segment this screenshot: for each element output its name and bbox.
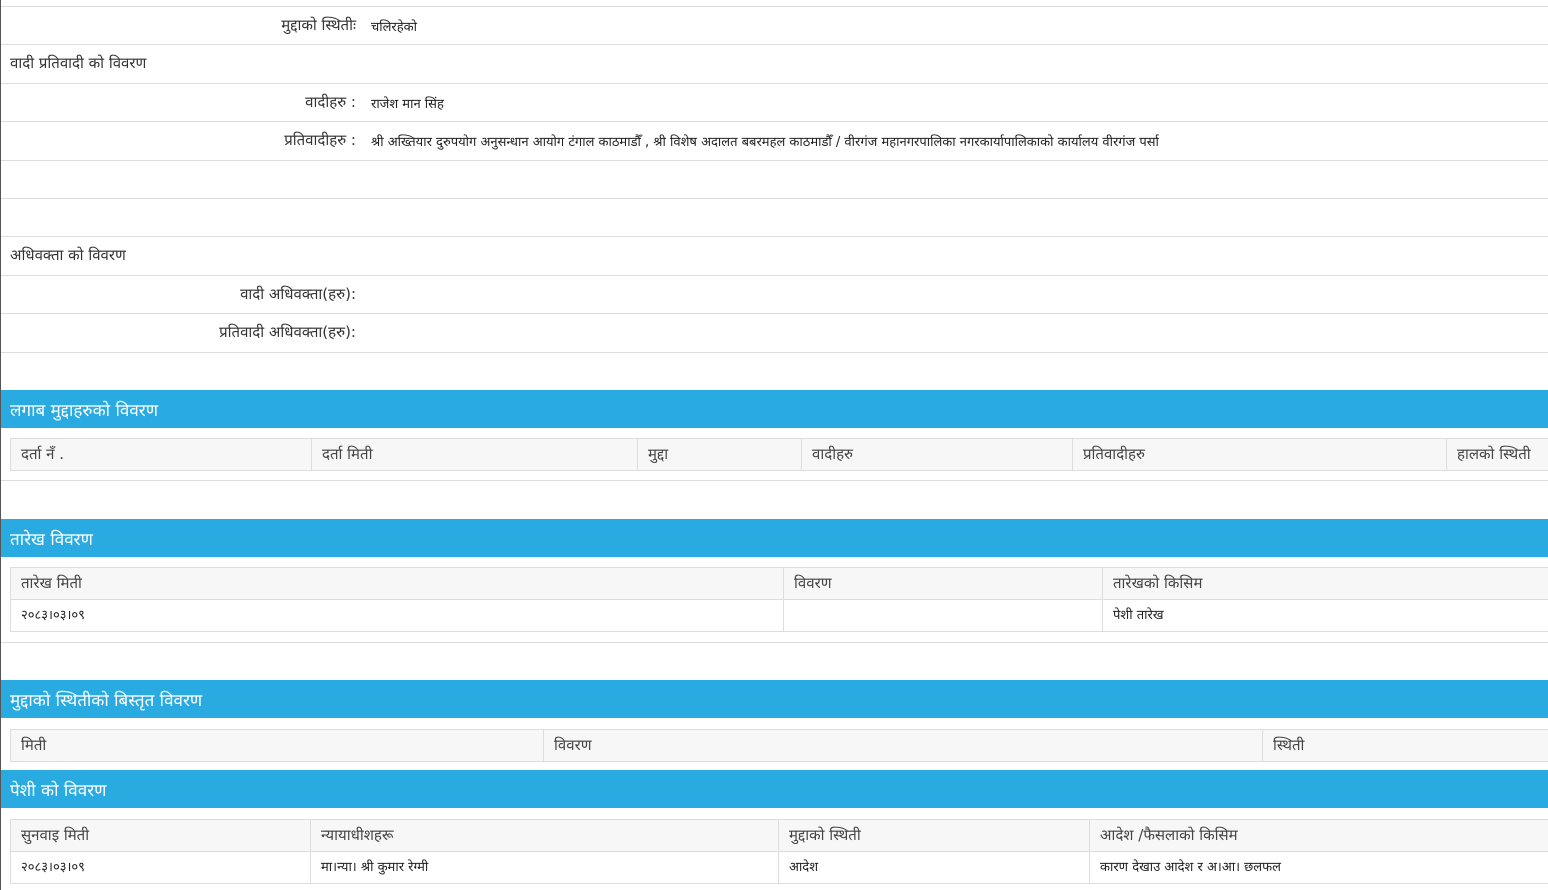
divider: [1, 352, 1548, 353]
status-details-header-band: मुद्दाको स्थितीको बिस्तृत विवरण: [1, 680, 1548, 718]
column-header-registration-date: दर्ता मिती: [312, 439, 638, 470]
defendant-advocates-row: प्रतिवादी अधिवक्ता(हरु):: [1, 313, 1548, 351]
hearing-date-cell: २०८३।०३।०९: [11, 600, 784, 631]
column-header-case-status: मुद्दाको स्थिती: [779, 820, 1090, 851]
case-status-value: चलिरहेको: [371, 20, 418, 35]
order-type-cell: कारण देखाउ आदेश र अ।आ। छलफल: [1100, 860, 1281, 875]
column-header-defendants: प्रतिवादीहरु: [1073, 439, 1447, 470]
case-detail-page: मुद्दाको स्थितीः चलिरहेको वादी प्रतिवादी…: [0, 0, 1548, 890]
column-header-description: विवरण: [544, 730, 1263, 761]
divider: [1, 160, 1548, 161]
column-header-plaintiffs: वादीहरु: [802, 439, 1073, 470]
hearing-type-cell: पेशी तारेख: [1113, 608, 1164, 623]
defendants-value: श्री अख्तियार दुरुपयोग अनुसन्धान आयोग टं…: [371, 135, 1159, 150]
hearing-dates-title: तारेख विवरण: [10, 530, 93, 550]
divider: [1, 44, 1548, 45]
status-details-table: मिती विवरण स्थिती: [10, 729, 1548, 762]
table-row: २०८३।०३।०९ मा।न्या। श्री कुमार रेग्मी आद…: [11, 852, 1548, 884]
parties-section-title: वादी प्रतिवादी को विवरण: [10, 54, 147, 72]
column-header-status: स्थिती: [1273, 736, 1305, 754]
advocates-section-title: अधिवक्ता को विवरण: [10, 246, 126, 264]
defendants-label: प्रतिवादीहरु :: [284, 131, 356, 149]
related-cases-title: लगाब मुद्दाहरुको विवरण: [10, 401, 159, 421]
hearing-date-cell: २०८३।०३।०९: [11, 852, 311, 883]
column-header-date: मिती: [11, 730, 544, 761]
column-header-description: विवरण: [784, 568, 1103, 599]
column-header-date: तारेख मिती: [11, 568, 784, 599]
plaintiffs-label: वादीहरु :: [305, 93, 356, 111]
hearing-details-table: सुनवाइ मिती न्यायाधीशहरू मुद्दाको स्थिती…: [10, 819, 1548, 884]
column-header-judges: न्यायाधीशहरू: [311, 820, 779, 851]
hearing-details-title: पेशी को विवरण: [10, 781, 107, 801]
divider: [1, 198, 1548, 199]
column-header-hearing-date: सुनवाइ मिती: [11, 820, 311, 851]
column-header-registration-no: दर्ता नँ .: [11, 439, 312, 470]
defendants-row: प्रतिवादीहरु : श्री अख्तियार दुरुपयोग अन…: [1, 121, 1548, 159]
case-status-label: मुद्दाको स्थितीः: [281, 16, 356, 34]
defendant-advocates-label: प्रतिवादी अधिवक्ता(हरु):: [219, 323, 356, 341]
related-cases-table: दर्ता नँ . दर्ता मिती मुद्दा वादीहरु प्र…: [10, 438, 1548, 471]
table-header-row: तारेख मिती विवरण तारेखको किसिम: [11, 568, 1548, 600]
case-status-row: मुद्दाको स्थितीः चलिरहेको: [1, 6, 1548, 44]
judges-cell: मा।न्या। श्री कुमार रेग्मी: [311, 852, 779, 883]
divider: [1, 480, 1548, 481]
column-header-case: मुद्दा: [638, 439, 802, 470]
related-cases-header-band: लगाब मुद्दाहरुको विवरण: [1, 390, 1548, 428]
hearing-details-header-band: पेशी को विवरण: [1, 770, 1548, 808]
column-header-date-type: तारेखको किसिम: [1113, 574, 1203, 592]
column-header-current-status: हालको स्थिती: [1457, 445, 1531, 463]
divider: [1, 236, 1548, 237]
plaintiffs-row: वादीहरु : राजेश मान सिंह: [1, 83, 1548, 121]
divider: [1, 642, 1548, 643]
table-header-row: मिती विवरण स्थिती: [11, 730, 1548, 762]
case-status-cell: आदेश: [779, 852, 1090, 883]
column-header-order-type: आदेश /फैसलाको किसिम: [1100, 826, 1238, 844]
hearing-description-cell: [784, 600, 1103, 631]
table-row: २०८३।०३।०९ पेशी तारेख: [11, 600, 1548, 632]
table-header-row: दर्ता नँ . दर्ता मिती मुद्दा वादीहरु प्र…: [11, 439, 1548, 471]
plaintiffs-value: राजेश मान सिंह: [371, 97, 444, 112]
table-header-row: सुनवाइ मिती न्यायाधीशहरू मुद्दाको स्थिती…: [11, 820, 1548, 852]
status-details-title: मुद्दाको स्थितीको बिस्तृत विवरण: [10, 691, 203, 711]
plaintiff-advocates-row: वादी अधिवक्ता(हरु):: [1, 275, 1548, 313]
plaintiff-advocates-label: वादी अधिवक्ता(हरु):: [240, 285, 356, 303]
hearing-dates-table: तारेख मिती विवरण तारेखको किसिम २०८३।०३।०…: [10, 567, 1548, 632]
hearing-dates-header-band: तारेख विवरण: [1, 519, 1548, 557]
